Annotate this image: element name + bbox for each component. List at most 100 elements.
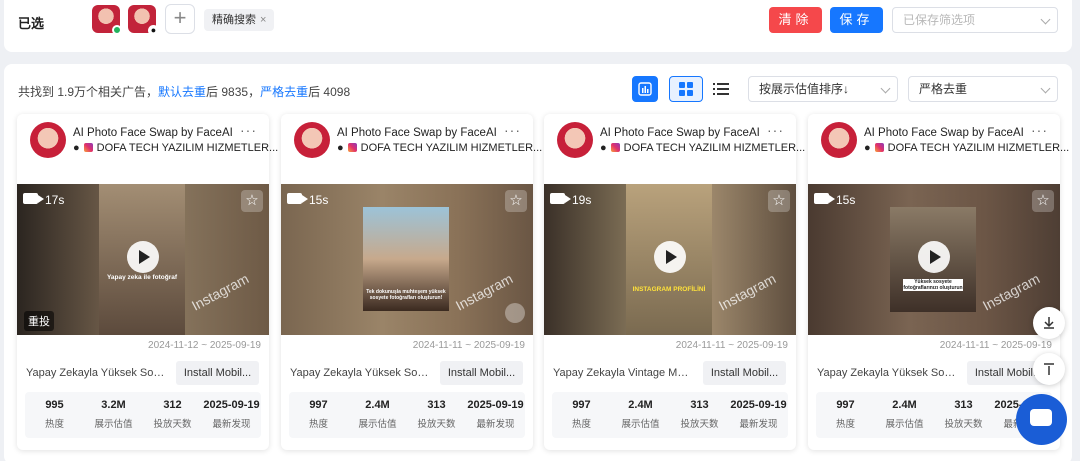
- stat-value: 2.4M: [365, 399, 390, 411]
- app-title[interactable]: AI Photo Face Swap by FaceAI: [864, 127, 1024, 139]
- stat-label: 投放天数: [944, 419, 983, 430]
- selected-app-android[interactable]: [92, 5, 122, 35]
- chevron-down-icon: [1040, 83, 1051, 94]
- card-header: AI Photo Face Swap by FaceAI ··· ● DOFA T…: [544, 114, 805, 184]
- exact-search-tag[interactable]: 精确搜索 ×: [204, 9, 275, 31]
- more-icon[interactable]: ···: [1031, 122, 1048, 138]
- default-dedup-link[interactable]: 默认去重: [158, 85, 206, 99]
- video-duration: 19s: [572, 193, 592, 207]
- list-icon: [713, 83, 729, 95]
- strict-dedup-count: 后 4098: [308, 85, 351, 99]
- android-badge-icon: [112, 25, 122, 35]
- back-to-top-button[interactable]: [1033, 353, 1065, 385]
- play-icon[interactable]: [654, 241, 686, 273]
- stat-heat: 995 热度: [25, 399, 84, 430]
- stat-label: 投放天数: [417, 419, 456, 430]
- dedup-select[interactable]: 严格去重: [908, 76, 1058, 102]
- stat-label: 展示估值: [621, 419, 660, 430]
- saved-filters-select[interactable]: 已保存筛选项: [892, 7, 1058, 33]
- stat-value: 2.4M: [892, 399, 917, 411]
- ad-video[interactable]: Tek dokunuşla muhteşem yüksek sosyete fo…: [281, 184, 533, 335]
- video-overlay-text: INSTAGRAM PROFİLİNİ: [632, 286, 706, 293]
- stat-impressions: 3.2M 展示估值: [84, 399, 143, 430]
- stat-impressions: 2.4M 展示估值: [348, 399, 407, 430]
- close-icon[interactable]: ×: [260, 14, 266, 26]
- stat-value: 3.2M: [101, 399, 126, 411]
- sort-select[interactable]: 按展示估值排序↓: [748, 76, 898, 102]
- cta-button[interactable]: Install Mobil...: [440, 361, 523, 385]
- apple-icon: ●: [73, 142, 80, 154]
- play-icon[interactable]: [127, 241, 159, 273]
- app-title[interactable]: AI Photo Face Swap by FaceAI: [600, 127, 760, 139]
- instagram-watermark: Instagram: [715, 270, 779, 314]
- ad-video[interactable]: INSTAGRAM PROFİLİNİ 19s ☆ Instagram: [544, 184, 796, 335]
- stat-label: 热度: [44, 419, 64, 430]
- card-header: AI Photo Face Swap by FaceAI ··· ● DOFA T…: [17, 114, 278, 184]
- stat-impressions: 2.4M 展示估值: [611, 399, 670, 430]
- add-app-button[interactable]: +: [165, 4, 195, 34]
- date-range: 2024-11-11 ~ 2025-09-19: [939, 340, 1052, 351]
- video-overlay-text: Yapay zeka ile fotoğraf: [106, 274, 178, 281]
- ad-card[interactable]: AI Photo Face Swap by FaceAI ··· ● DOFA T…: [281, 114, 542, 450]
- video-overlay-text: Yüksek sosyete fotoğraflarınızı oluşturu…: [902, 279, 964, 291]
- instagram-icon: [874, 143, 884, 152]
- play-icon[interactable]: [918, 241, 950, 273]
- save-button[interactable]: 保存: [830, 7, 883, 33]
- ad-video[interactable]: Yapay zeka ile fotoğraf 17s ☆ Instagram …: [17, 184, 269, 335]
- chevron-down-icon: [880, 83, 891, 94]
- results-summary: 共找到 1.9万个相关广告，默认去重后 9835，严格去重后 4098: [18, 83, 350, 100]
- star-icon[interactable]: ☆: [768, 190, 790, 212]
- grid-view-button[interactable]: [669, 76, 703, 102]
- video-duration: 15s: [309, 193, 329, 207]
- app-avatar: [557, 122, 593, 158]
- cta-button[interactable]: Install Mobil...: [703, 361, 786, 385]
- plus-icon: +: [173, 5, 187, 30]
- ad-card[interactable]: AI Photo Face Swap by FaceAI ··· ● DOFA T…: [17, 114, 278, 450]
- stat-value: 2025-09-19: [467, 399, 524, 411]
- selected-app-ios[interactable]: ●: [128, 5, 159, 36]
- app-title[interactable]: AI Photo Face Swap by FaceAI: [337, 127, 497, 139]
- back-to-top-icon: [1044, 363, 1054, 375]
- stat-days: 313 投放天数: [934, 399, 993, 430]
- stat-label: 展示估值: [885, 419, 924, 430]
- stat-value: 312: [163, 399, 182, 411]
- video-camera-icon: [23, 193, 44, 204]
- video-camera-icon: [287, 193, 308, 204]
- ad-description: Yapay Zekayla Yüksek Sosyete...: [290, 367, 430, 379]
- developer-name: DOFA TECH YAZILIM HIZMETLER...: [96, 142, 279, 154]
- share-icon[interactable]: [505, 303, 525, 323]
- more-icon[interactable]: ···: [504, 122, 521, 138]
- card-header: AI Photo Face Swap by FaceAI ··· ● DOFA T…: [281, 114, 542, 184]
- ad-stats: 995 热度 3.2M 展示估值 312 投放天数 2025-09-19 最新发现: [25, 392, 261, 438]
- ad-card[interactable]: AI Photo Face Swap by FaceAI ··· ● DOFA T…: [544, 114, 805, 450]
- app-title[interactable]: AI Photo Face Swap by FaceAI: [73, 127, 233, 139]
- stat-days: 313 投放天数: [407, 399, 466, 430]
- clear-button[interactable]: 清除: [769, 7, 822, 33]
- star-icon[interactable]: ☆: [1032, 190, 1054, 212]
- ad-description: Yapay Zekayla Vintage Mayolu...: [553, 367, 693, 379]
- instagram-icon: [347, 143, 357, 152]
- app-avatar: [821, 122, 857, 158]
- dedup-value: 严格去重: [919, 82, 968, 96]
- more-icon[interactable]: ···: [240, 122, 257, 138]
- chat-button[interactable]: [1016, 394, 1067, 445]
- more-icon[interactable]: ···: [767, 122, 784, 138]
- chart-view-button[interactable]: [632, 76, 658, 102]
- star-icon[interactable]: ☆: [505, 190, 527, 212]
- cta-button[interactable]: Install Mobil...: [176, 361, 259, 385]
- ad-card[interactable]: AI Photo Face Swap by FaceAI ··· ● DOFA T…: [808, 114, 1069, 450]
- apple-icon: ●: [148, 25, 159, 36]
- download-button[interactable]: [1033, 307, 1065, 339]
- video-overlay-text: Tek dokunuşla muhteşem yüksek sosyete fo…: [366, 289, 446, 301]
- default-dedup-count: 后 9835，: [206, 85, 261, 99]
- strict-dedup-link[interactable]: 严格去重: [260, 85, 308, 99]
- list-view-button[interactable]: [708, 76, 734, 102]
- instagram-icon: [610, 143, 620, 152]
- star-icon[interactable]: ☆: [241, 190, 263, 212]
- chevron-down-icon: [1040, 14, 1051, 25]
- stat-label: 投放天数: [680, 419, 719, 430]
- ad-video[interactable]: Yüksek sosyete fotoğraflarınızı oluşturu…: [808, 184, 1060, 335]
- date-range: 2024-11-11 ~ 2025-09-19: [675, 340, 788, 351]
- app-avatar: [30, 122, 66, 158]
- ad-stats: 997 热度 2.4M 展示估值 313 投放天数 2025-09-19 最新发现: [289, 392, 525, 438]
